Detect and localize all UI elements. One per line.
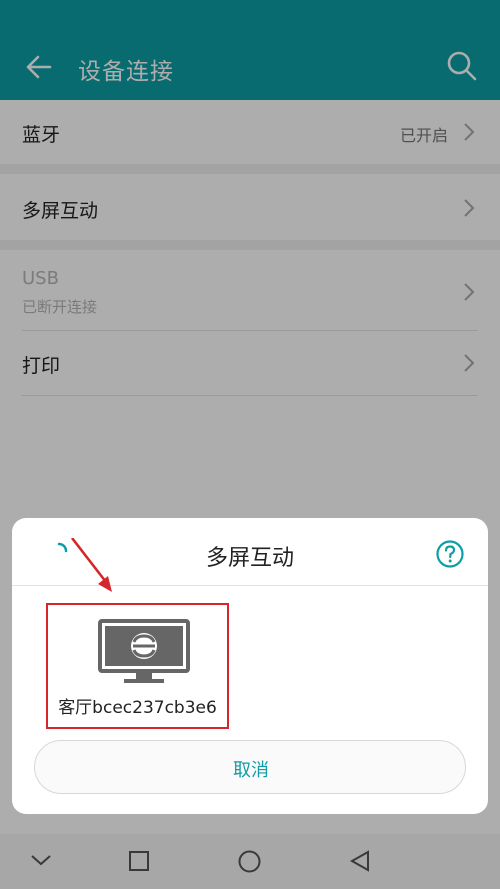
annotation-arrow-icon bbox=[70, 538, 112, 592]
cancel-button[interactable]: 取消 bbox=[34, 740, 466, 794]
device-name: 客厅bcec237cb3e6 bbox=[58, 698, 217, 718]
tv-icon bbox=[98, 619, 190, 683]
device-item[interactable]: 客厅bcec237cb3e6 bbox=[46, 603, 229, 729]
question-circle-icon[interactable] bbox=[435, 539, 465, 569]
cancel-label: 取消 bbox=[233, 760, 269, 781]
